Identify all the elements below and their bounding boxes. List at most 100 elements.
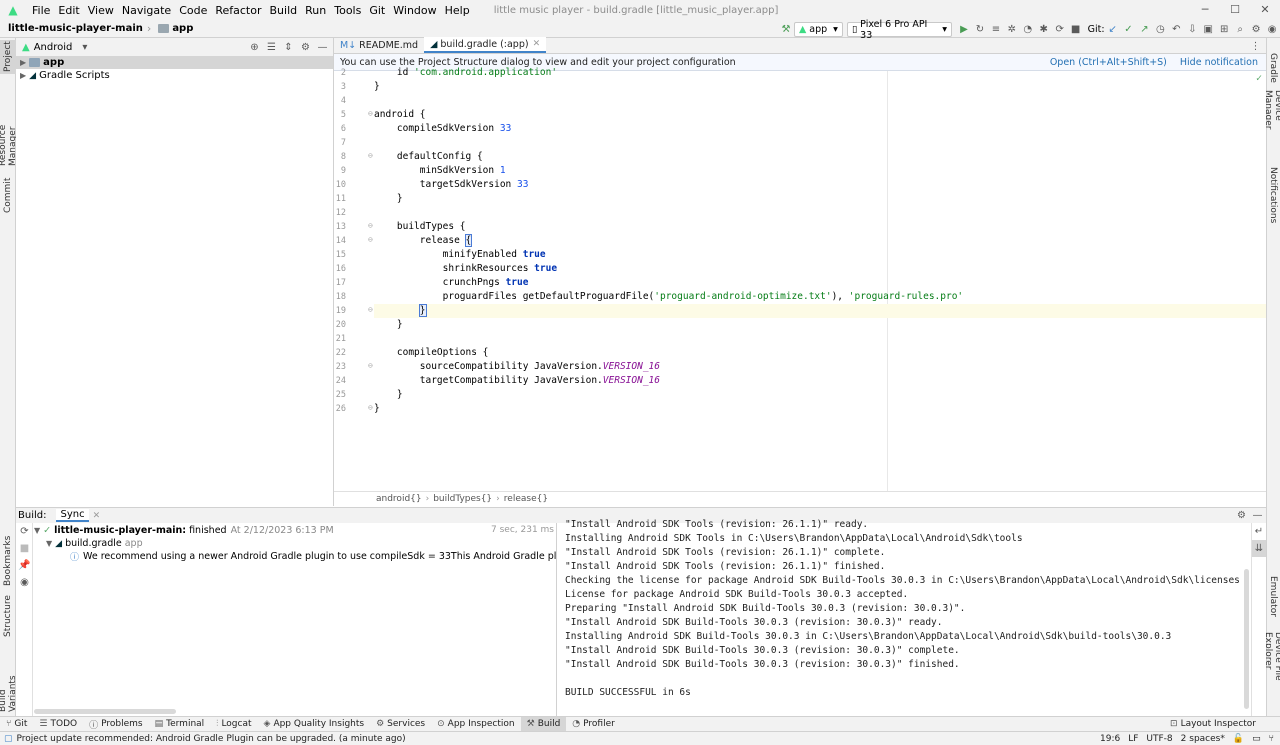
line-number[interactable]: 19 <box>326 304 346 318</box>
code-line[interactable]: } <box>374 388 1266 402</box>
close-tab-icon[interactable]: ✕ <box>533 39 541 49</box>
project-tool-tab[interactable]: Project <box>0 40 16 74</box>
run-icon[interactable]: ▶ <box>956 21 972 38</box>
tab-sync[interactable]: Sync <box>56 509 89 522</box>
build-tree-child[interactable]: ▼ ◢ build.gradle app <box>34 537 556 550</box>
debug-icon[interactable]: ✲ <box>1004 21 1020 38</box>
fold-marker-icon[interactable]: ⊖ <box>368 235 373 244</box>
build-tree-root[interactable]: ▼ ✓ little-music-player-main: finished A… <box>34 523 556 537</box>
code-line[interactable]: release { <box>374 234 1266 248</box>
menu-edit[interactable]: Edit <box>54 4 83 17</box>
notifications-tool-tab[interactable]: Notifications <box>1266 167 1280 223</box>
fold-marker-icon[interactable]: ⊖ <box>368 403 373 412</box>
line-number[interactable]: 20 <box>326 318 346 332</box>
line-number[interactable]: 8 <box>326 150 346 164</box>
indent-setting[interactable]: 2 spaces* <box>1181 734 1225 744</box>
build-warning-item[interactable]: ⓘ We recommend using a newer Android Gra… <box>34 550 556 563</box>
line-number[interactable]: 4 <box>326 94 346 108</box>
structure-tool-tab[interactable]: Structure <box>0 594 16 638</box>
project-structure-icon[interactable]: ⊞ <box>1216 21 1232 38</box>
tool-tab-app-quality-insights[interactable]: ◈ App Quality Insights <box>258 717 371 732</box>
stop-icon[interactable]: ■ <box>16 540 33 557</box>
scroll-to-end-icon[interactable]: ⇊ <box>1252 540 1266 557</box>
tool-tab-app-inspection[interactable]: ⊙ App Inspection <box>431 717 520 732</box>
code-line[interactable] <box>374 332 1266 346</box>
menu-navigate[interactable]: Navigate <box>118 4 175 17</box>
code-line[interactable]: } <box>374 80 1266 94</box>
menu-file[interactable]: File <box>28 4 54 17</box>
device-select[interactable]: ▯ Pixel 6 Pro API 33 ▾ <box>846 19 952 41</box>
soft-wrap-icon[interactable]: ↵ <box>1252 523 1266 540</box>
code-line[interactable]: sourceCompatibility JavaVersion.VERSION_… <box>374 360 1266 374</box>
line-number[interactable]: 17 <box>326 276 346 290</box>
bookmarks-tool-tab[interactable]: Bookmarks <box>0 536 16 586</box>
fold-marker-icon[interactable]: ⊖ <box>368 305 373 314</box>
settings-icon[interactable]: ⚙ <box>1248 21 1264 38</box>
tab-build-gradle[interactable]: ◢ build.gradle (:app) ✕ <box>424 37 547 53</box>
sync-gradle-icon[interactable]: ⟳ <box>1052 21 1068 38</box>
fold-marker-icon[interactable]: ⊖ <box>368 151 373 160</box>
menu-window[interactable]: Window <box>389 4 440 17</box>
expand-all-icon[interactable]: ☰ <box>263 39 280 56</box>
more-tabs-icon[interactable]: ⋮ <box>1247 38 1264 55</box>
git-branch-icon[interactable]: ⑂ <box>1269 734 1274 744</box>
tool-tab-terminal[interactable]: ▤ Terminal <box>149 717 211 732</box>
device-file-explorer-tool-tab[interactable]: Device File Explorer <box>1263 632 1280 708</box>
chevron-right-icon[interactable]: ▶ <box>20 71 26 80</box>
commit-tool-tab[interactable]: Commit <box>0 176 16 214</box>
tool-tab-todo[interactable]: ☰ TODO <box>33 717 83 732</box>
line-number[interactable]: 6 <box>326 122 346 136</box>
fold-marker-icon[interactable]: ⊖ <box>368 361 373 370</box>
breadcrumb-android[interactable]: android{} <box>376 494 422 504</box>
chevron-right-icon[interactable]: ▶ <box>20 58 26 67</box>
breadcrumb-release[interactable]: release{} <box>504 494 548 504</box>
line-number[interactable]: 24 <box>326 374 346 388</box>
git-commit-icon[interactable]: ✓ <box>1121 21 1137 38</box>
tool-tab-profiler[interactable]: ◔ Profiler <box>566 717 621 732</box>
git-push-icon[interactable]: ↗ <box>1136 21 1152 38</box>
code-line[interactable]: minSdkVersion 1 <box>374 164 1266 178</box>
git-history-icon[interactable]: ◷ <box>1152 21 1168 38</box>
gradle-tool-tab[interactable]: Gradle <box>1266 53 1280 83</box>
status-message[interactable]: Project update recommended: Android Grad… <box>17 734 406 744</box>
code-line[interactable]: targetCompatibility JavaVersion.VERSION_… <box>374 374 1266 388</box>
code-line[interactable]: } <box>374 402 1266 416</box>
line-number[interactable]: 26 <box>326 402 346 416</box>
tool-tab-git[interactable]: ⑂ Git <box>0 717 33 732</box>
chevron-down-icon[interactable]: ▾ <box>82 42 87 53</box>
line-separator[interactable]: LF <box>1128 734 1138 744</box>
line-number[interactable]: 12 <box>326 206 346 220</box>
apply-changes-icon[interactable]: ↻ <box>972 21 988 38</box>
line-number[interactable]: 22 <box>326 346 346 360</box>
layout-inspector-tab[interactable]: ⊡ Layout Inspector <box>1164 717 1262 732</box>
menu-refactor[interactable]: Refactor <box>211 4 265 17</box>
project-view-select[interactable]: Android <box>34 42 73 53</box>
line-number[interactable]: 23 <box>326 360 346 374</box>
show-warnings-eye-icon[interactable]: ◉ <box>16 574 33 591</box>
line-number[interactable]: 13 <box>326 220 346 234</box>
line-number[interactable]: 3 <box>326 80 346 94</box>
fold-marker-icon[interactable]: ⊖ <box>368 109 373 118</box>
sdk-manager-icon[interactable]: ⇩ <box>1184 21 1200 38</box>
menu-tools[interactable]: Tools <box>330 4 365 17</box>
line-number[interactable]: 5 <box>326 108 346 122</box>
horizontal-scrollbar[interactable] <box>34 709 176 714</box>
code-line[interactable]: minifyEnabled true <box>374 248 1266 262</box>
breadcrumb-project[interactable]: little-music-player-main <box>8 23 143 34</box>
hide-panel-icon[interactable]: — <box>314 39 331 56</box>
breadcrumb-module[interactable]: app <box>172 23 193 34</box>
code-line[interactable]: crunchPngs true <box>374 276 1266 290</box>
device-manager-icon[interactable]: ▣ <box>1200 21 1216 38</box>
run-config-select[interactable]: ▲ app ▾ <box>793 22 843 37</box>
line-number[interactable]: 9 <box>326 164 346 178</box>
git-update-icon[interactable]: ↙ <box>1105 21 1121 38</box>
notification-square-icon[interactable]: ▢ <box>4 734 13 744</box>
line-number[interactable]: 2 <box>326 66 346 80</box>
code-line[interactable]: compileSdkVersion 33 <box>374 122 1266 136</box>
file-encoding[interactable]: UTF-8 <box>1146 734 1172 744</box>
menu-help[interactable]: Help <box>441 4 474 17</box>
line-number[interactable]: 18 <box>326 290 346 304</box>
code-line[interactable]: defaultConfig { <box>374 150 1266 164</box>
menu-run[interactable]: Run <box>301 4 330 17</box>
code-line[interactable]: buildTypes { <box>374 220 1266 234</box>
